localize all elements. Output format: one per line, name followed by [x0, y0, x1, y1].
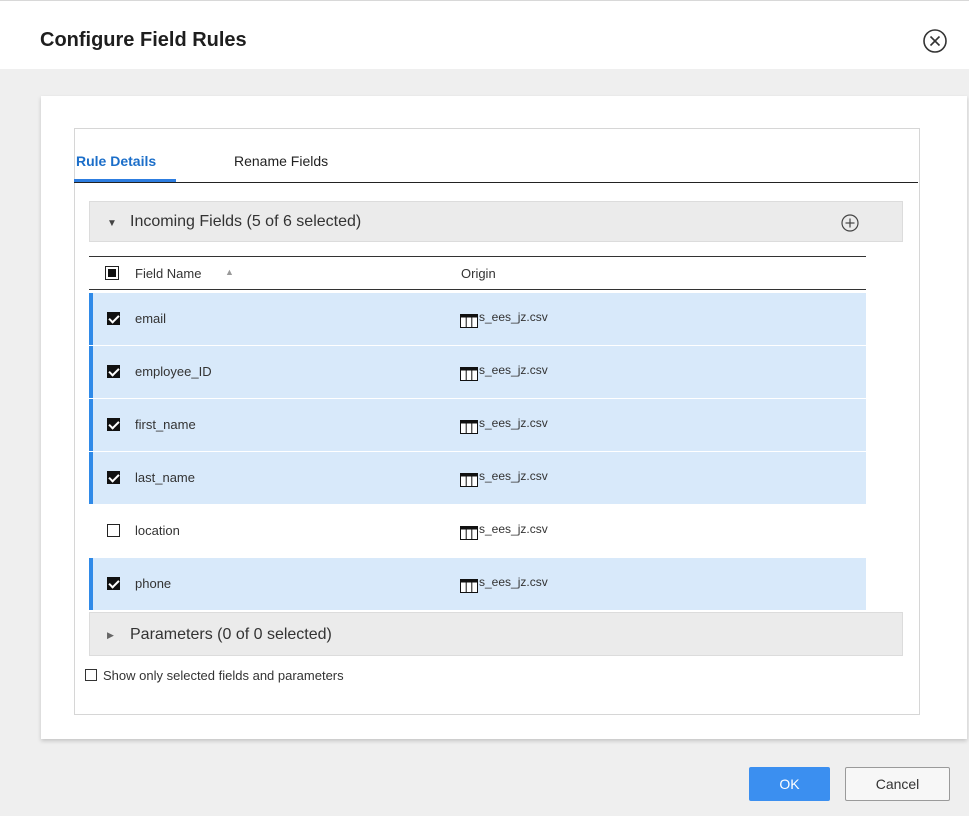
table-row[interactable]: first_name s_ees_jz.csv	[89, 399, 866, 451]
table-icon	[460, 473, 478, 487]
add-field-button[interactable]	[841, 214, 859, 232]
origin-cell: s_ees_jz.csv	[479, 575, 548, 589]
caret-right-icon[interactable]: ▶	[107, 630, 114, 641]
add-circle-icon	[841, 214, 859, 232]
table-row[interactable]: email s_ees_jz.csv	[89, 293, 866, 345]
row-checkbox[interactable]	[107, 524, 120, 537]
close-circle-icon	[923, 29, 947, 53]
table-row[interactable]: last_name s_ees_jz.csv	[89, 452, 866, 504]
dialog-title: Configure Field Rules	[40, 29, 247, 51]
column-origin[interactable]: Origin	[461, 266, 496, 281]
table-row[interactable]: employee_ID s_ees_jz.csv	[89, 346, 866, 398]
parameters-title: Parameters (0 of 0 selected)	[130, 626, 332, 643]
field-name-cell: email	[135, 311, 167, 326]
field-name-cell: employee_ID	[135, 364, 212, 379]
caret-down-icon[interactable]: ▼	[107, 218, 117, 229]
column-field-name[interactable]: Field Name	[135, 266, 201, 281]
select-all-checkbox[interactable]	[105, 266, 119, 280]
origin-cell: s_ees_jz.csv	[479, 363, 548, 377]
field-name-cell: last_name	[135, 470, 195, 485]
show-only-label: Show only selected fields and parameters	[103, 668, 344, 683]
field-name-cell: location	[135, 523, 180, 538]
row-checkbox[interactable]	[107, 418, 120, 431]
table-icon	[460, 420, 478, 434]
table-row[interactable]: phone s_ees_jz.csv	[89, 558, 866, 610]
table-icon	[460, 314, 478, 328]
incoming-fields-header[interactable]: ▼ Incoming Fields (5 of 6 selected)	[89, 201, 903, 242]
table-row[interactable]: location s_ees_jz.csv	[89, 505, 866, 557]
origin-cell: s_ees_jz.csv	[479, 469, 548, 483]
origin-cell: s_ees_jz.csv	[479, 310, 548, 324]
incoming-fields-title: Incoming Fields (5 of 6 selected)	[130, 213, 362, 230]
tabs-divider	[74, 182, 918, 183]
table-icon	[460, 526, 478, 540]
field-name-cell: first_name	[135, 417, 196, 432]
tab-rename-fields[interactable]: Rename Fields	[234, 153, 328, 169]
row-checkbox[interactable]	[107, 471, 120, 484]
row-checkbox[interactable]	[107, 577, 120, 590]
cancel-button[interactable]: Cancel	[845, 767, 950, 801]
table-icon	[460, 367, 478, 381]
sort-ascending-icon[interactable]: ▲	[225, 267, 234, 277]
row-checkbox[interactable]	[107, 365, 120, 378]
dialog-header: Configure Field Rules	[0, 0, 969, 69]
fields-table-header: Field Name ▲ Origin	[89, 256, 866, 290]
field-name-cell: phone	[135, 576, 172, 591]
table-icon	[460, 579, 478, 593]
origin-cell: s_ees_jz.csv	[479, 522, 548, 536]
ok-button[interactable]: OK	[749, 767, 830, 801]
tab-rule-details[interactable]: Rule Details	[76, 153, 156, 169]
origin-cell: s_ees_jz.csv	[479, 416, 548, 430]
parameters-header[interactable]: ▶ Parameters (0 of 0 selected)	[89, 612, 903, 656]
row-checkbox[interactable]	[107, 312, 120, 325]
show-only-checkbox[interactable]	[85, 669, 97, 681]
close-button[interactable]	[922, 28, 948, 54]
